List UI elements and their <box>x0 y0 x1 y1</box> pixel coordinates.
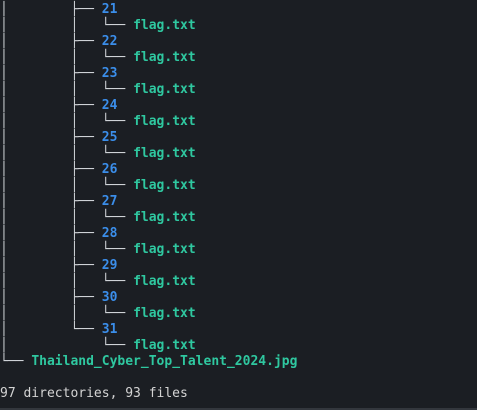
tree-dir-line: │ ├── 22 <box>0 34 118 49</box>
directory-name: 22 <box>101 34 118 49</box>
tree-file-line: │ │ └── flag.txt <box>0 18 196 33</box>
directory-name: 24 <box>101 98 118 113</box>
tree-file-line: │ │ └── flag.txt <box>0 114 196 129</box>
directory-name: 30 <box>101 290 118 305</box>
file-name: flag.txt <box>133 306 196 321</box>
directory-name: 21 <box>101 2 118 17</box>
directory-name: 26 <box>101 162 118 177</box>
file-name: flag.txt <box>133 146 196 161</box>
tree-summary: 97 directories, 93 files <box>0 386 188 401</box>
tree-dir-line: │ ├── 30 <box>0 290 118 305</box>
tree-dir-line: │ ├── 23 <box>0 66 118 81</box>
file-name: flag.txt <box>133 114 196 129</box>
file-name: flag.txt <box>133 18 196 33</box>
tree-image-line: └── Thailand_Cyber_Top_Talent_2024.jpg <box>0 354 298 369</box>
tree-dir-line: │ ├── 27 <box>0 194 118 209</box>
directory-name: 31 <box>101 322 118 337</box>
file-name: flag.txt <box>133 210 196 225</box>
tree-dir-line: │ ├── 28 <box>0 226 118 241</box>
file-name: flag.txt <box>133 338 196 353</box>
tree-file-line: │ │ └── flag.txt <box>0 146 196 161</box>
file-name: flag.txt <box>133 178 196 193</box>
file-name: flag.txt <box>133 50 196 65</box>
directory-name: 25 <box>101 130 118 145</box>
terminal-output: │ ├── 21 │ │ └── flag.txt │ ├── 22 │ │ └… <box>0 0 477 410</box>
tree-file-line: │ │ └── flag.txt <box>0 210 196 225</box>
tree-dir-line: │ └── 31 <box>0 322 118 337</box>
tree-dir-line: │ ├── 21 <box>0 2 118 17</box>
image-file-name: Thailand_Cyber_Top_Talent_2024.jpg <box>31 354 298 369</box>
tree-dir-line: │ ├── 24 <box>0 98 118 113</box>
file-name: flag.txt <box>133 274 196 289</box>
directory-name: 27 <box>101 194 118 209</box>
tree-file-line: │ └── flag.txt <box>0 338 196 353</box>
directory-name: 28 <box>101 226 118 241</box>
tree-dir-line: │ ├── 25 <box>0 130 118 145</box>
file-name: flag.txt <box>133 82 196 97</box>
tree-file-line: │ │ └── flag.txt <box>0 82 196 97</box>
directory-name: 23 <box>101 66 118 81</box>
directory-name: 29 <box>101 258 118 273</box>
tree-file-line: │ │ └── flag.txt <box>0 274 196 289</box>
tree-file-line: │ │ └── flag.txt <box>0 306 196 321</box>
tree-dir-line: │ ├── 29 <box>0 258 118 273</box>
tree-file-line: │ │ └── flag.txt <box>0 178 196 193</box>
file-name: flag.txt <box>133 242 196 257</box>
tree-file-line: │ │ └── flag.txt <box>0 242 196 257</box>
tree-file-line: │ │ └── flag.txt <box>0 50 196 65</box>
tree-dir-line: │ ├── 26 <box>0 162 118 177</box>
